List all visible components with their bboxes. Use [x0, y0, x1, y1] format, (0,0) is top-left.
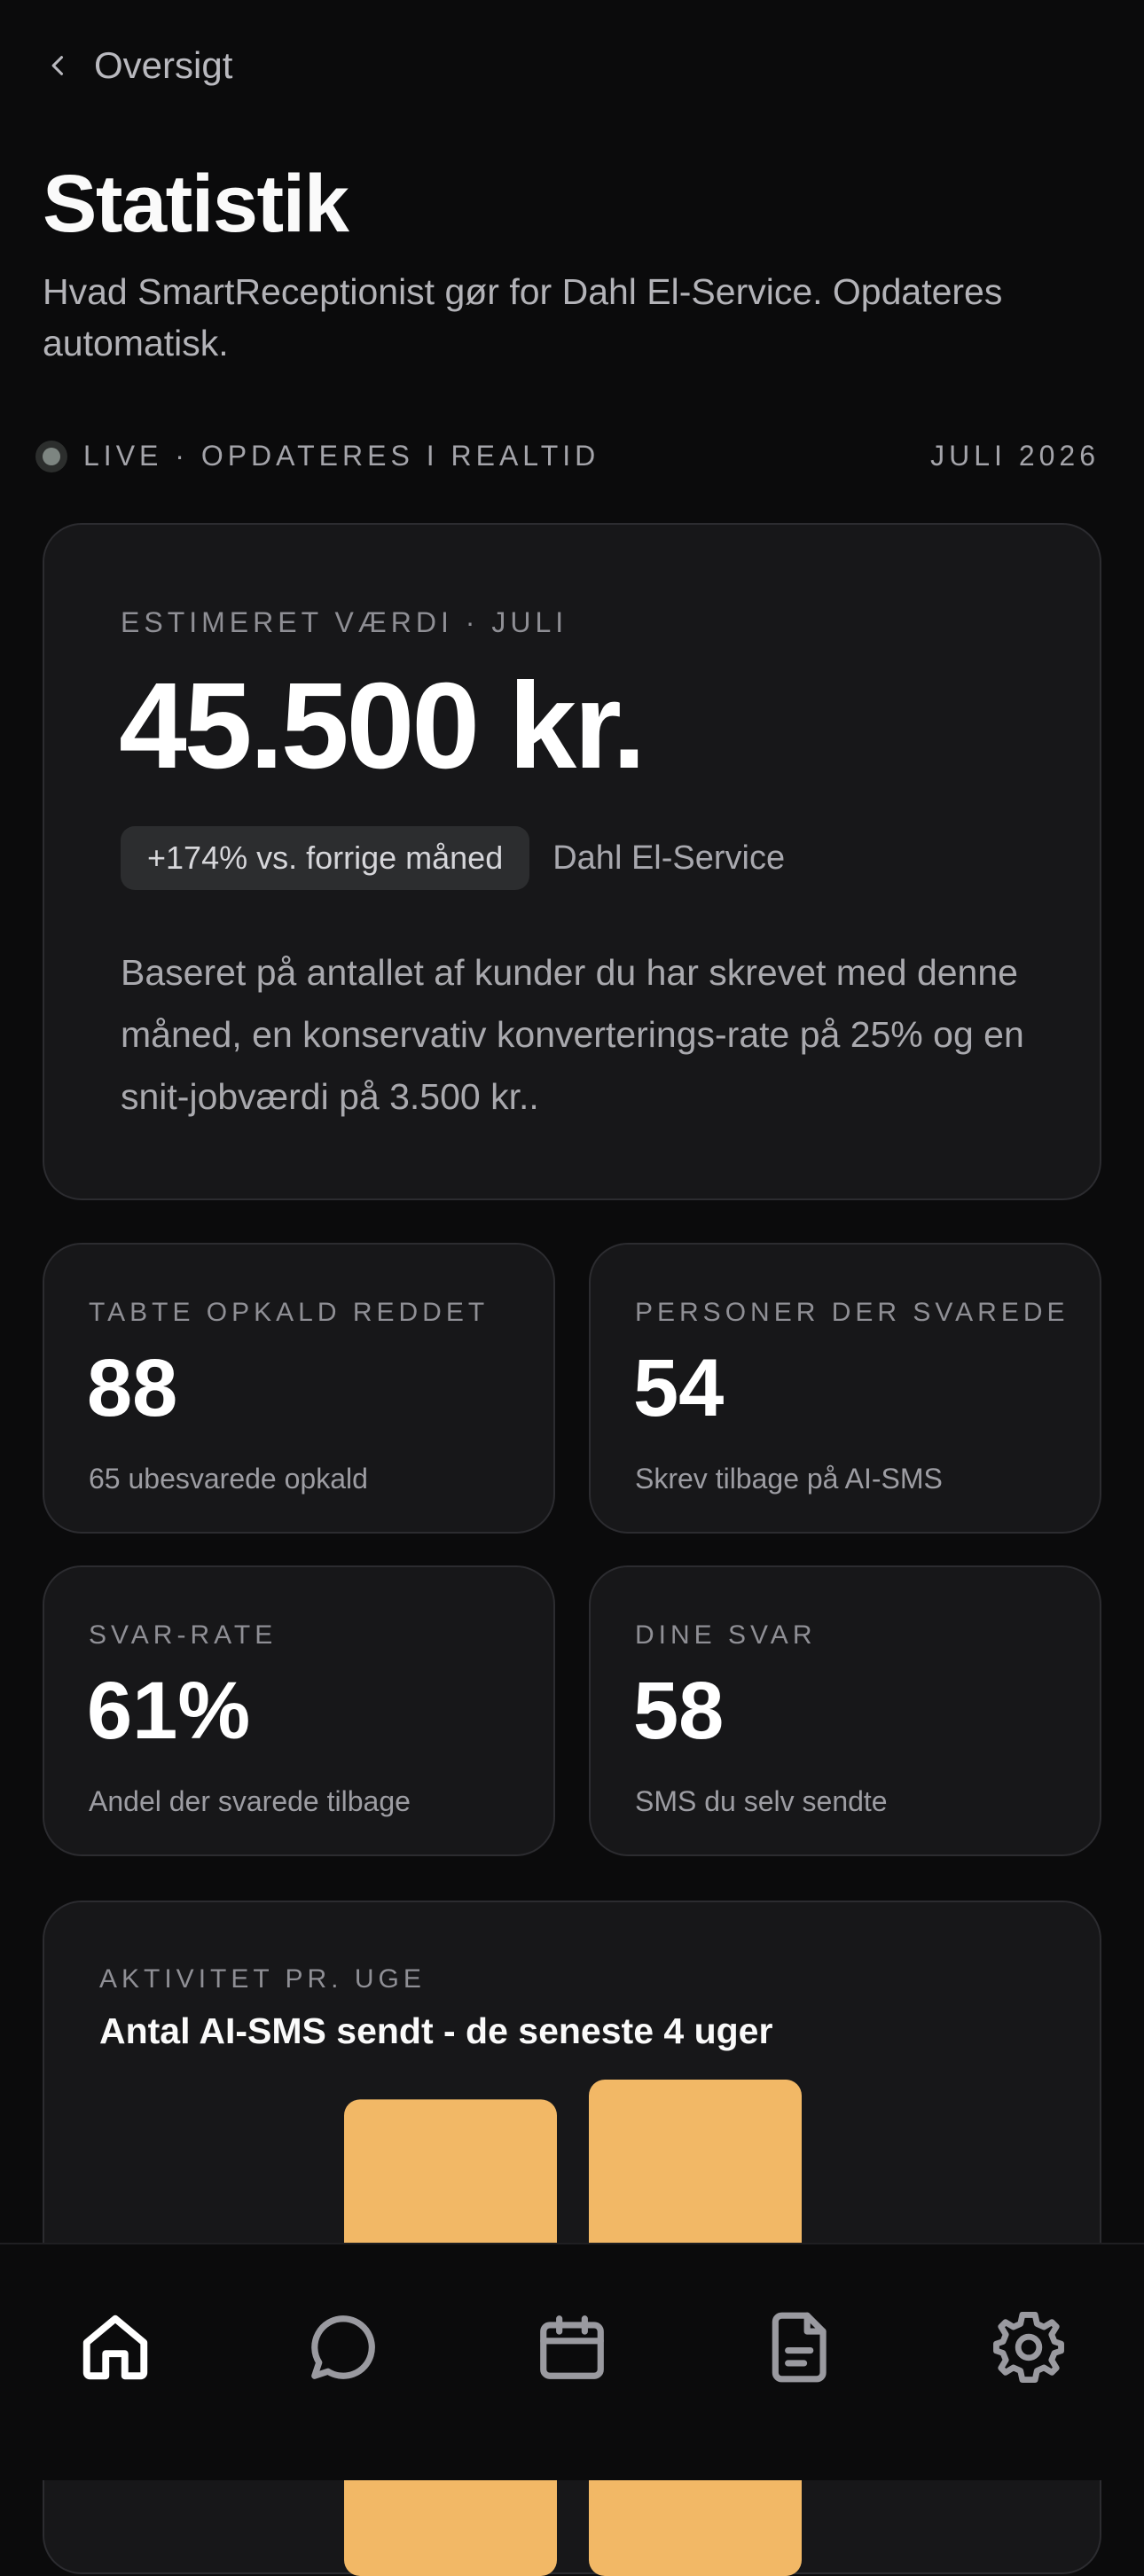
- estimated-value: 45.500 kr.: [119, 658, 646, 794]
- tab-calendar[interactable]: [528, 2303, 616, 2392]
- tab-home[interactable]: [71, 2303, 160, 2392]
- back-link[interactable]: Oversigt: [46, 44, 232, 87]
- document-icon: [772, 2312, 827, 2383]
- stat-card-reply-rate: SVAR-RATE 61% Andel der svarede tilbage: [43, 1565, 555, 1856]
- page-title: Statistik: [43, 159, 349, 249]
- stat-card-your-replies: DINE SVAR 58 SMS du selv sendte: [589, 1565, 1101, 1856]
- stat-label: SVAR-RATE: [89, 1620, 278, 1650]
- stat-value: 54: [633, 1343, 725, 1433]
- month-label: JULI 2026: [930, 440, 1100, 472]
- live-status-label: LIVE · OPDATERES I REALTID: [83, 440, 600, 472]
- stat-subtext: Skrev tilbage på AI-SMS: [635, 1463, 943, 1495]
- stat-value: 88: [87, 1343, 178, 1433]
- live-indicator-dot: [35, 440, 67, 472]
- stat-label: PERSONER DER SVAREDE: [635, 1298, 1070, 1327]
- stat-subtext: Andel der svarede tilbage: [89, 1785, 411, 1817]
- stat-value: 61%: [87, 1666, 251, 1756]
- stat-card-people-replied: PERSONER DER SVAREDE 54 Skrev tilbage på…: [589, 1243, 1101, 1534]
- company-name: Dahl El-Service: [552, 839, 786, 877]
- calendar-icon: [540, 2315, 604, 2379]
- tab-settings[interactable]: [984, 2303, 1073, 2392]
- home-icon: [82, 2314, 148, 2380]
- chat-bubble-icon: [311, 2315, 375, 2379]
- estimated-value-card: ESTIMERET VÆRDI · JULI 45.500 kr. +174% …: [43, 523, 1101, 1200]
- stat-value: 58: [633, 1666, 725, 1756]
- stat-card-missed-calls-saved: TABTE OPKALD REDDET 88 65 ubesvarede opk…: [43, 1243, 555, 1534]
- back-link-label: Oversigt: [94, 44, 233, 86]
- stat-label: TABTE OPKALD REDDET: [89, 1298, 490, 1327]
- stat-subtext: 65 ubesvarede opkald: [89, 1463, 368, 1495]
- gear-icon: [993, 2312, 1064, 2383]
- page-subtitle: Hvad SmartReceptionist gør for Dahl El-S…: [43, 271, 1003, 363]
- tab-messages[interactable]: [299, 2303, 388, 2392]
- change-badge: +174% vs. forrige måned: [121, 826, 530, 890]
- bottom-tab-bar: [0, 2243, 1144, 2480]
- estimate-explanation: Baseret på antallet af kunder du har skr…: [121, 952, 1024, 1117]
- estimated-value-eyebrow: ESTIMERET VÆRDI · JULI: [121, 606, 568, 638]
- tab-documents[interactable]: [756, 2303, 845, 2392]
- live-status-row: LIVE · OPDATERES I REALTID JULI 2026: [35, 440, 1100, 472]
- stat-label: DINE SVAR: [635, 1620, 817, 1650]
- stat-subtext: SMS du selv sendte: [635, 1785, 888, 1817]
- chevron-left-icon: [51, 56, 64, 75]
